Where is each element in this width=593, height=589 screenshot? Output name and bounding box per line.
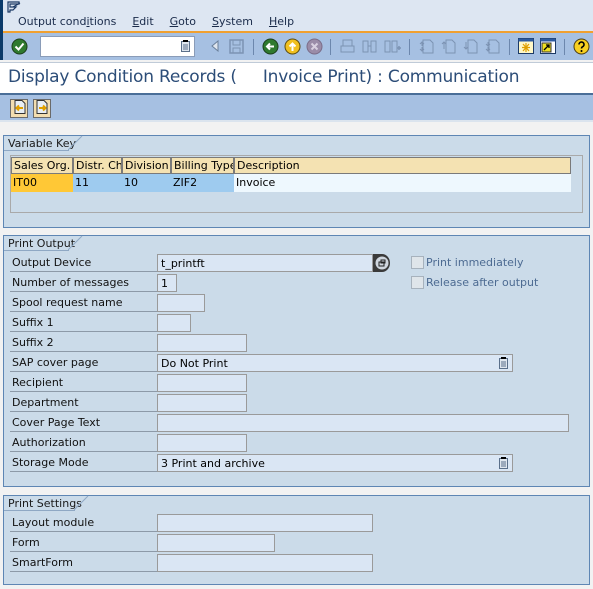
command-input[interactable] bbox=[41, 37, 171, 56]
label-recipient: Recipient bbox=[10, 374, 158, 392]
output-device-field[interactable]: t_printft bbox=[157, 254, 373, 272]
help-icon[interactable] bbox=[572, 37, 590, 55]
toolbar-separator bbox=[330, 39, 331, 55]
next-record-icon bbox=[36, 100, 49, 117]
cell-distr-chl[interactable]: 11 bbox=[73, 174, 122, 192]
previous-page-icon[interactable] bbox=[439, 37, 457, 55]
shortcut-icon[interactable] bbox=[539, 37, 557, 55]
number-of-messages-value: 1 bbox=[161, 277, 168, 290]
tab-underline bbox=[4, 250, 69, 251]
print-immediately-label: Print immediately bbox=[426, 256, 524, 269]
menu-items: Output conditions Edit Goto System Help bbox=[18, 15, 310, 28]
label-form: Form bbox=[10, 534, 158, 552]
find-icon[interactable] bbox=[360, 37, 378, 55]
column-header-division[interactable]: Division bbox=[122, 157, 171, 174]
enter-icon[interactable] bbox=[10, 37, 28, 55]
label-layout-module: Layout module bbox=[10, 514, 158, 532]
print-immediately-checkbox[interactable] bbox=[411, 256, 424, 269]
dropdown-icon[interactable] bbox=[181, 40, 190, 55]
menu-edit[interactable]: Edit bbox=[132, 15, 153, 28]
label-storage-mode: Storage Mode bbox=[10, 454, 158, 472]
number-of-messages-field[interactable]: 1 bbox=[157, 274, 177, 292]
toolbar-separator bbox=[253, 39, 254, 55]
back-nav-icon[interactable] bbox=[206, 37, 224, 55]
label-smartform: SmartForm bbox=[10, 554, 158, 572]
exit-icon[interactable] bbox=[283, 37, 301, 55]
dropdown-icon[interactable] bbox=[499, 357, 508, 369]
label-department: Department bbox=[10, 394, 158, 412]
tab-slant bbox=[68, 135, 83, 151]
menu-output-conditions[interactable]: Output conditions bbox=[18, 15, 116, 28]
find-next-icon[interactable] bbox=[383, 37, 401, 55]
command-field[interactable] bbox=[40, 36, 195, 57]
search-help-icon bbox=[373, 254, 390, 272]
previous-record-button[interactable] bbox=[10, 99, 28, 118]
label-authorization: Authorization bbox=[10, 434, 158, 452]
release-after-output-label: Release after output bbox=[426, 276, 539, 289]
department-field[interactable] bbox=[157, 394, 247, 412]
label-spool-request-name: Spool request name bbox=[10, 294, 158, 312]
authorization-field[interactable] bbox=[157, 434, 247, 452]
cell-description[interactable]: Invoice bbox=[234, 174, 571, 192]
label-suffix-2: Suffix 2 bbox=[10, 334, 158, 352]
tab-slant bbox=[74, 495, 89, 511]
output-device-search-button[interactable] bbox=[373, 254, 390, 272]
column-header-sales-org[interactable]: Sales Org. bbox=[11, 157, 73, 174]
cell-division[interactable]: 10 bbox=[122, 174, 171, 192]
dropdown-icon[interactable] bbox=[499, 457, 508, 469]
storage-mode-value: 3 Print and archive bbox=[161, 457, 265, 470]
output-device-value: t_printft bbox=[161, 257, 205, 270]
label-sap-cover-page: SAP cover page bbox=[10, 354, 158, 372]
cancel-icon[interactable] bbox=[305, 37, 323, 55]
label-number-of-messages: Number of messages bbox=[10, 274, 158, 292]
menu-goto[interactable]: Goto bbox=[170, 15, 196, 28]
last-page-icon[interactable] bbox=[483, 37, 501, 55]
storage-mode-dropdown[interactable]: 3 Print and archive bbox=[157, 454, 513, 472]
cover-page-text-field[interactable] bbox=[157, 414, 569, 432]
toolbar-separator bbox=[564, 39, 565, 55]
cell-billing-type[interactable]: ZIF2 bbox=[171, 174, 234, 192]
label-output-device: Output Device bbox=[10, 254, 158, 272]
column-header-distr-chl[interactable]: Distr. Chl bbox=[73, 157, 122, 174]
create-session-icon[interactable] bbox=[517, 37, 535, 55]
tab-underline bbox=[4, 150, 69, 151]
label-cover-page-text: Cover Page Text bbox=[10, 414, 158, 432]
menu-system[interactable]: System bbox=[212, 15, 253, 28]
layout-module-field[interactable] bbox=[157, 514, 373, 532]
smartform-field[interactable] bbox=[157, 554, 373, 572]
print-icon[interactable] bbox=[338, 37, 356, 55]
sap-cover-page-dropdown[interactable]: Do Not Print bbox=[157, 354, 513, 372]
menu-help[interactable]: Help bbox=[269, 15, 294, 28]
next-record-button[interactable] bbox=[33, 99, 51, 118]
system-menu-icon[interactable] bbox=[7, 1, 23, 13]
column-header-description[interactable]: Description bbox=[234, 157, 571, 174]
first-page-icon[interactable] bbox=[417, 37, 435, 55]
suffix-1-field[interactable] bbox=[157, 314, 191, 332]
sap-cover-page-value: Do Not Print bbox=[161, 357, 228, 370]
release-after-output-checkbox[interactable] bbox=[411, 276, 424, 289]
spool-request-name-field[interactable] bbox=[157, 294, 205, 312]
column-header-billing-type[interactable]: Billing Type bbox=[171, 157, 234, 174]
tab-slant bbox=[68, 235, 83, 251]
tab-underline bbox=[4, 510, 75, 511]
back-icon[interactable] bbox=[261, 37, 279, 55]
form-field[interactable] bbox=[157, 534, 275, 552]
previous-record-icon bbox=[13, 100, 26, 117]
recipient-field[interactable] bbox=[157, 374, 247, 392]
application-toolbar bbox=[0, 95, 593, 122]
label-suffix-1: Suffix 1 bbox=[10, 314, 158, 332]
toolbar-separator bbox=[509, 39, 510, 55]
cell-sales-org[interactable]: IT00 bbox=[11, 174, 73, 192]
save-icon[interactable] bbox=[227, 37, 245, 55]
next-page-icon[interactable] bbox=[461, 37, 479, 55]
toolbar-separator bbox=[409, 39, 410, 55]
page-title: Display Condition Records ( Invoice Prin… bbox=[8, 67, 520, 87]
suffix-2-field[interactable] bbox=[157, 334, 247, 352]
